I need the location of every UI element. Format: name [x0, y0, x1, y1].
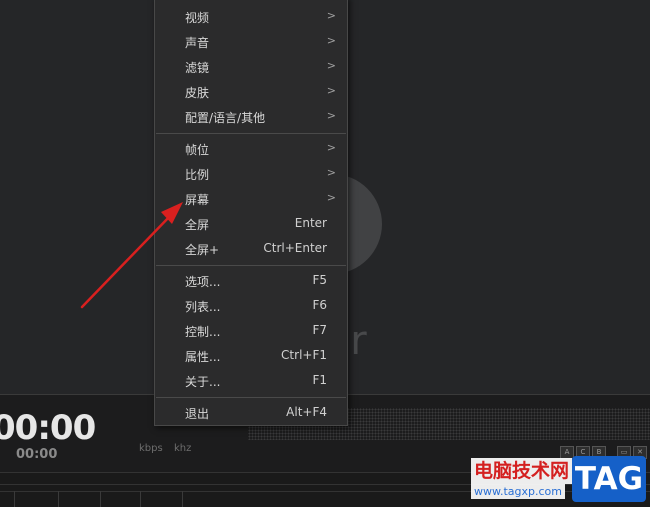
menu-item-label: 退出 — [185, 407, 210, 421]
menu-item-label: 控制... — [185, 325, 221, 339]
menu-item-shortcut: F7 — [312, 323, 327, 337]
menu-item-properties[interactable]: 属性... Ctrl+F1 — [155, 344, 347, 368]
menu-item-shortcut: Alt+F4 — [286, 405, 327, 419]
menu-item-control[interactable]: 控制... F7 — [155, 319, 347, 343]
menu-item-screen[interactable]: 屏幕 > — [155, 187, 347, 211]
menu-item-shortcut: Ctrl+F1 — [281, 348, 327, 362]
kbps-label: kbps — [139, 443, 163, 454]
context-menu: 视频 > 声音 > 滤镜 > 皮肤 > 配置/语言/其他 > 帧位 > 比例 >… — [154, 0, 348, 426]
strip-cell[interactable] — [14, 491, 15, 507]
chevron-right-icon: > — [326, 9, 336, 22]
menu-item-label: 比例 — [185, 168, 210, 182]
chevron-right-icon: > — [326, 59, 336, 72]
strip-cell[interactable] — [58, 491, 59, 507]
menu-item-label: 屏幕 — [185, 193, 210, 207]
chevron-right-icon: > — [326, 166, 336, 179]
menu-item-label: 皮肤 — [185, 86, 210, 100]
menu-item-audio[interactable]: 声音 > — [155, 30, 347, 54]
menu-item-label: 选项... — [185, 275, 221, 289]
menu-item-exit[interactable]: 退出 Alt+F4 — [155, 401, 347, 425]
time-elapsed: 00:00 — [0, 408, 96, 448]
menu-item-label: 列表... — [185, 300, 221, 314]
strip-cell[interactable] — [140, 491, 141, 507]
chevron-right-icon: > — [326, 84, 336, 97]
menu-item-label: 属性... — [185, 350, 221, 364]
chevron-right-icon: > — [326, 141, 336, 154]
strip-cell[interactable] — [182, 491, 183, 507]
menu-item-options[interactable]: 选项... F5 — [155, 269, 347, 293]
menu-item-label: 关于... — [185, 375, 221, 389]
menu-item-label: 滤镜 — [185, 61, 210, 75]
menu-item-shortcut: Ctrl+Enter — [263, 241, 327, 255]
watermark-site-name: 电脑技术网 — [471, 458, 573, 484]
menu-item-ratio[interactable]: 比例 > — [155, 162, 347, 186]
chevron-right-icon: > — [326, 34, 336, 47]
menu-item-label: 帧位 — [185, 143, 210, 157]
watermark-tag-logo: TAG — [572, 456, 646, 502]
menu-separator — [156, 397, 346, 398]
menu-item-shortcut: F5 — [312, 273, 327, 287]
menu-item-playlist[interactable]: 列表... F6 — [155, 294, 347, 318]
menu-item-fullscreen-plus[interactable]: 全屏+ Ctrl+Enter — [155, 237, 347, 261]
chevron-right-icon: > — [326, 109, 336, 122]
menu-item-shortcut: F1 — [312, 373, 327, 387]
khz-label: khz — [174, 443, 192, 454]
menu-separator — [156, 133, 346, 134]
menu-item-shortcut: Enter — [294, 216, 327, 230]
strip-cell[interactable] — [100, 491, 101, 507]
menu-item-label: 全屏+ — [185, 243, 220, 257]
menu-item-config[interactable]: 配置/语言/其他 > — [155, 105, 347, 129]
time-total: 00:00 — [16, 447, 58, 462]
menu-item-label: 视频 — [185, 11, 210, 25]
menu-item-video[interactable]: 视频 > — [155, 5, 347, 29]
chevron-right-icon: > — [326, 191, 336, 204]
watermark-url: www.tagxp.com — [471, 484, 565, 499]
menu-item-frame[interactable]: 帧位 > — [155, 137, 347, 161]
menu-item-about[interactable]: 关于... F1 — [155, 369, 347, 393]
menu-item-label: 声音 — [185, 36, 210, 50]
menu-item-shortcut: F6 — [312, 298, 327, 312]
menu-item-fullscreen[interactable]: 全屏 Enter — [155, 212, 347, 236]
menu-item-skin[interactable]: 皮肤 > — [155, 80, 347, 104]
menu-separator — [156, 265, 346, 266]
menu-item-filter[interactable]: 滤镜 > — [155, 55, 347, 79]
menu-item-label: 配置/语言/其他 — [185, 111, 266, 125]
menu-item-label: 全屏 — [185, 218, 210, 232]
